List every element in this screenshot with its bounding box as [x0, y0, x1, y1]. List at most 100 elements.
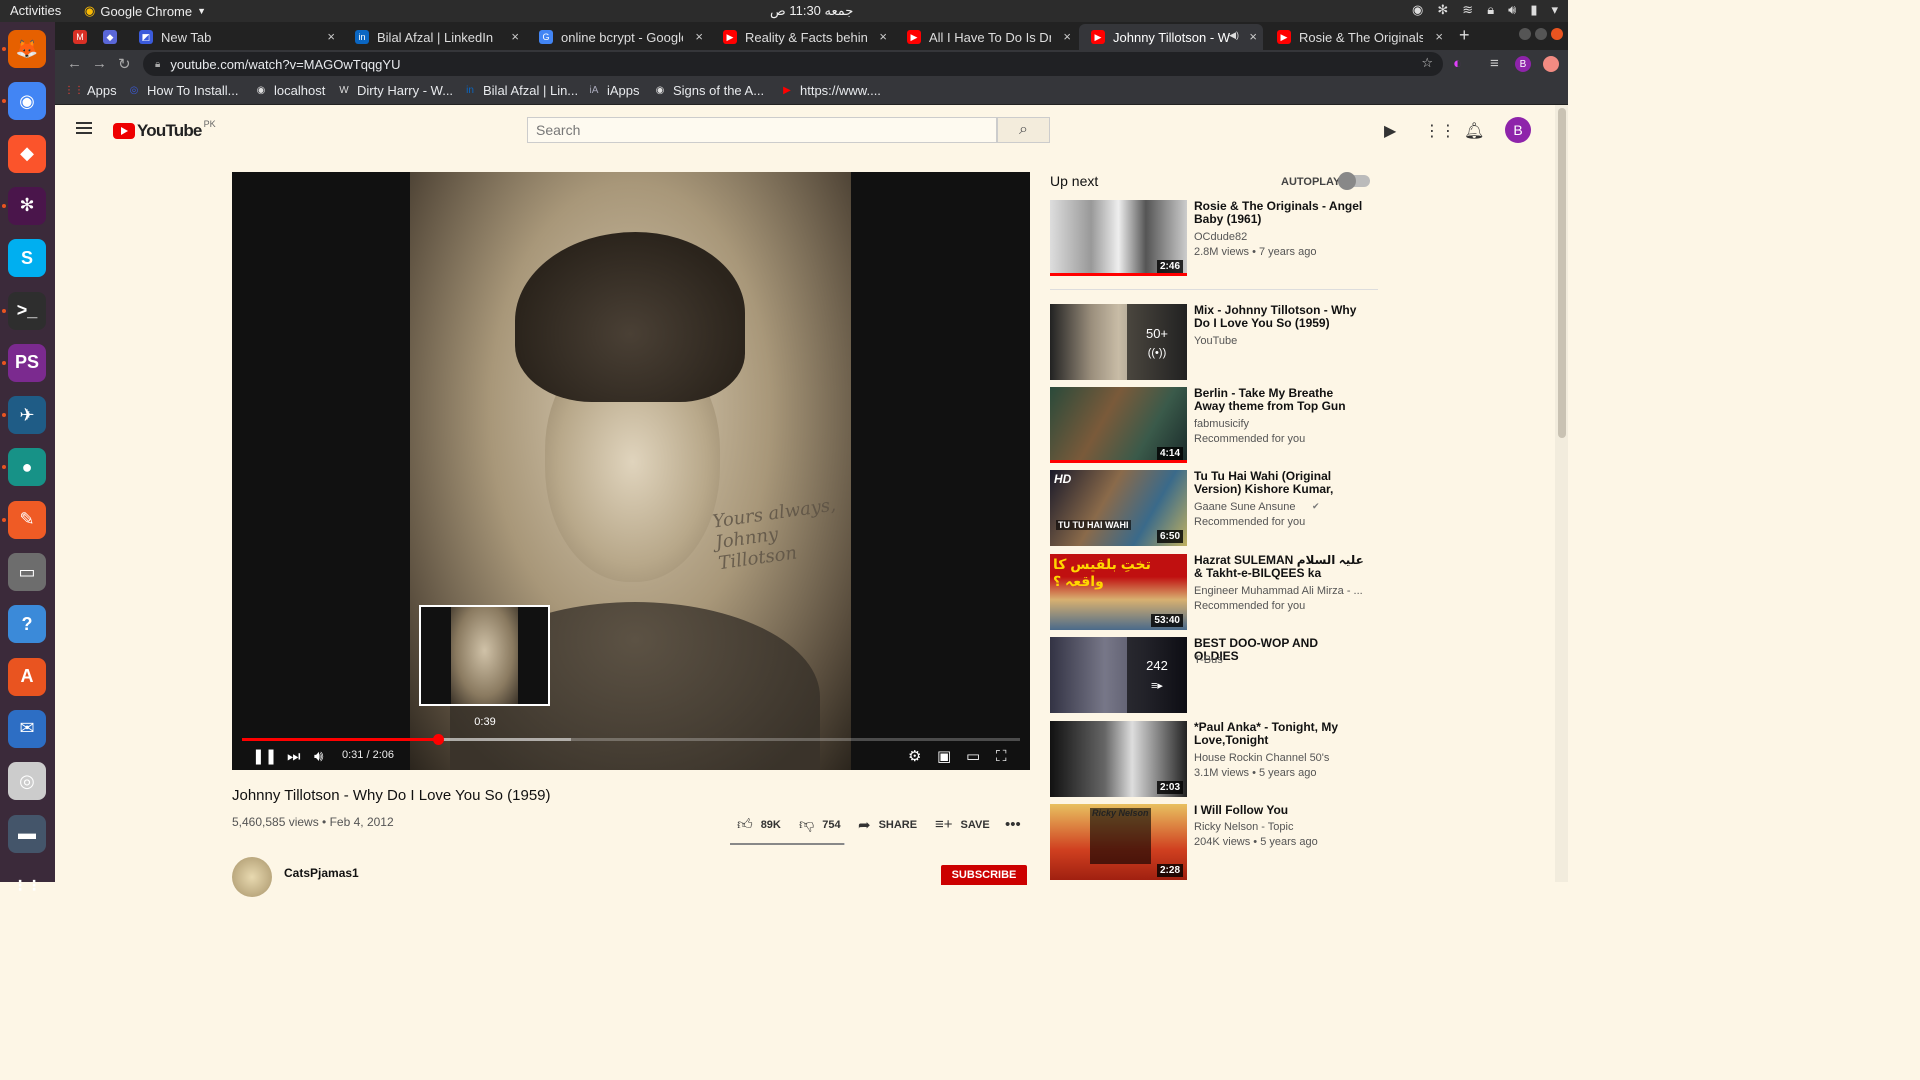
video-thumbnail[interactable]: 242 ≡▸ — [1050, 637, 1187, 713]
video-player[interactable]: Yours always, Johnny Tillotson 0:39 ❚❚ ⏭… — [232, 172, 1030, 770]
video-thumbnail[interactable]: Ricky Nelson 2:28 — [1050, 804, 1187, 880]
recommended-video-channel[interactable]: Ricky Nelson - Topic — [1194, 820, 1293, 835]
volume-icon[interactable]: 🔊︎ — [314, 746, 323, 766]
dock-screen-icon[interactable]: ▬ — [8, 814, 46, 853]
new-tab-button[interactable]: + — [1459, 25, 1470, 46]
like-button[interactable]: 👍︎ 89K — [737, 816, 781, 834]
close-window-button[interactable] — [1551, 28, 1563, 40]
browser-tab[interactable]: ◩ New Tab × — [127, 24, 341, 50]
bookmark-item[interactable]: ⋮⋮ Apps — [64, 83, 117, 98]
profile-avatar[interactable]: B — [1515, 56, 1531, 72]
tab-close-icon[interactable]: × — [879, 29, 887, 44]
apps-grid-icon[interactable]: ⋮⋮ — [1424, 121, 1456, 141]
address-bar[interactable]: 🔒︎ youtube.com/watch?v=MAGOwTqqgYU ☆ — [143, 52, 1443, 76]
dock-rhythmbox-icon[interactable]: ◎ — [8, 762, 46, 801]
tab-close-icon[interactable]: × — [511, 29, 519, 44]
bookmark-item[interactable]: ◉ Signs of the A... — [653, 83, 764, 98]
dock-skype-icon[interactable]: S — [8, 239, 46, 278]
recommended-video-title[interactable]: *Paul Anka* - Tonight, My Love,Tonight — [1194, 721, 1364, 747]
dock-gitkraken-icon[interactable]: ● — [8, 448, 46, 487]
pause-icon[interactable]: ❚❚ — [252, 746, 277, 766]
back-arrow-icon[interactable]: ← — [67, 55, 82, 72]
tab-close-icon[interactable]: × — [1249, 29, 1257, 44]
update-icon[interactable] — [1543, 56, 1559, 72]
clock[interactable]: جمعه 11:30 ص — [770, 3, 853, 19]
recommended-video-channel[interactable]: Engineer Muhammad Ali Mirza - ... — [1194, 584, 1363, 599]
record-icon[interactable]: ◉ — [1412, 2, 1423, 18]
menu-icon[interactable] — [76, 122, 92, 134]
bookmark-item[interactable]: in Bilal Afzal | Lin... — [463, 83, 578, 98]
dock-thunderbird-icon[interactable]: ✉ — [8, 709, 46, 748]
tab-close-icon[interactable]: × — [327, 29, 335, 44]
dock-help-icon[interactable]: ? — [8, 605, 46, 644]
power-menu-icon[interactable]: ▾ — [1551, 2, 1558, 18]
recommended-video-channel[interactable]: OCdude82 — [1194, 230, 1247, 245]
progress-bar[interactable] — [242, 734, 1020, 745]
subscribe-button[interactable]: SUBSCRIBE — [941, 865, 1027, 885]
recommended-video-channel[interactable]: YouTube — [1194, 334, 1237, 349]
save-button[interactable]: ≡+ SAVE — [935, 816, 990, 833]
autoplay-toggle[interactable] — [1338, 172, 1370, 190]
dislike-button[interactable]: 👎︎ 754 — [799, 816, 841, 834]
browser-tab[interactable]: ▶ Rosie & The Originals - A × — [1265, 24, 1449, 50]
next-icon[interactable]: ⏭︎ — [287, 746, 301, 766]
bookmark-item[interactable]: iA iApps — [587, 83, 640, 98]
video-thumbnail[interactable]: HD TU TU HAI WAHI 6:50 — [1050, 470, 1187, 546]
dock-software-icon[interactable]: A — [8, 657, 46, 696]
browser-tab[interactable]: ▶ All I Have To Do Is Drean × — [895, 24, 1077, 50]
dock-chrome-icon[interactable]: ◉ — [8, 82, 46, 121]
scrollbar-thumb[interactable] — [1558, 108, 1566, 438]
notifications-bell-icon[interactable]: 🔔︎ — [1464, 121, 1484, 141]
scrubber-handle[interactable] — [432, 734, 444, 745]
recommended-video-title[interactable]: Rosie & The Originals - Angel Baby (1961… — [1194, 200, 1364, 226]
channel-avatar[interactable] — [232, 857, 272, 897]
fullscreen-icon[interactable]: ⛶ — [996, 746, 1007, 766]
recommended-video[interactable]: 2:03 *Paul Anka* - Tonight, My Love,Tonig… — [1050, 721, 1380, 799]
video-thumbnail[interactable]: تختِ بلقیس کا واقعہ ؟ 53:40 — [1050, 554, 1187, 630]
dock-files-icon[interactable]: ▭ — [8, 553, 46, 591]
maximize-button[interactable] — [1535, 28, 1547, 40]
browser-tab[interactable]: ▶ Reality & Facts behind F × — [711, 24, 893, 50]
extension-moon-icon[interactable]: ◐ — [1453, 55, 1462, 72]
recommended-video-title[interactable]: Mix - Johnny Tillotson - Why Do I Love Y… — [1194, 304, 1364, 330]
star-icon[interactable]: ☆ — [1421, 55, 1433, 71]
dock-terminal-icon[interactable]: >_ — [8, 291, 46, 330]
more-actions-button[interactable]: ••• — [1005, 816, 1021, 833]
bookmark-item[interactable]: W Dirty Harry - W... — [337, 83, 453, 98]
recommended-video[interactable]: HD TU TU HAI WAHI 6:50 Tu Tu Hai Wahi (Orig… — [1050, 470, 1380, 548]
youtube-logo[interactable]: YouTube PK — [113, 119, 216, 141]
recommended-video[interactable]: 50+ ((•)) Mix - Johnny Tillotson - Why Do … — [1050, 304, 1380, 382]
recommended-video-channel[interactable]: fabmusicify — [1194, 417, 1249, 432]
account-avatar[interactable]: B — [1505, 117, 1531, 143]
dock-mysql-workbench-icon[interactable]: ✈ — [8, 396, 46, 435]
system-tray[interactable]: ◉ ✻ ≋ 🔒︎ 🔊︎ ▮ ▾ — [1412, 2, 1558, 18]
forward-arrow-icon[interactable]: → — [92, 55, 107, 72]
lock-icon[interactable]: 🔒︎ — [155, 59, 160, 70]
share-button[interactable]: ➦ SHARE — [858, 816, 917, 834]
video-thumbnail[interactable]: 2:46 — [1050, 200, 1187, 276]
video-thumbnail[interactable]: 2:03 — [1050, 721, 1187, 797]
video-thumbnail[interactable]: 4:14 — [1050, 387, 1187, 463]
browser-tab[interactable]: in Bilal Afzal | LinkedIn × — [343, 24, 525, 50]
search-button[interactable]: ⌕ — [997, 117, 1050, 143]
dock-firefox-icon[interactable]: 🦊 — [8, 30, 46, 68]
recommended-video[interactable]: Ricky Nelson 2:28 I Will Follow You Ricky N… — [1050, 804, 1380, 882]
bookmark-item[interactable]: ◉ localhost — [254, 83, 326, 98]
activities-button[interactable]: Activities — [10, 3, 61, 18]
create-video-icon[interactable]: ▶︎ — [1384, 121, 1396, 141]
bookmark-item[interactable]: ◎ How To Install... — [127, 83, 239, 98]
browser-tab[interactable]: ◆ — [95, 24, 127, 50]
recommended-video[interactable]: تختِ بلقیس کا واقعہ ؟ 53:40 Hazrat SULEMAN… — [1050, 554, 1380, 632]
tab-close-icon[interactable]: × — [1063, 29, 1071, 44]
recommended-video-title[interactable]: Berlin - Take My Breathe Away theme from… — [1194, 387, 1364, 414]
tab-close-icon[interactable]: × — [695, 29, 703, 44]
recommended-video-title[interactable]: I Will Follow You — [1194, 804, 1364, 817]
app-menu[interactable]: ◉ Google Chrome ▼ — [84, 3, 206, 19]
dock-postman-icon[interactable]: ✎ — [8, 500, 46, 539]
recommended-video[interactable]: 4:14 Berlin - Take My Breathe Away theme … — [1050, 387, 1380, 465]
minimize-button[interactable] — [1519, 28, 1531, 40]
recommended-video-title[interactable]: Hazrat SULEMAN علیہ السلام & Takht-e-BIL… — [1194, 554, 1364, 581]
bookmark-item[interactable]: ▶ https://www.... — [780, 83, 881, 98]
theater-mode-icon[interactable]: ▭ — [966, 746, 980, 766]
channel-name[interactable]: CatsPjamas1 — [284, 866, 359, 880]
